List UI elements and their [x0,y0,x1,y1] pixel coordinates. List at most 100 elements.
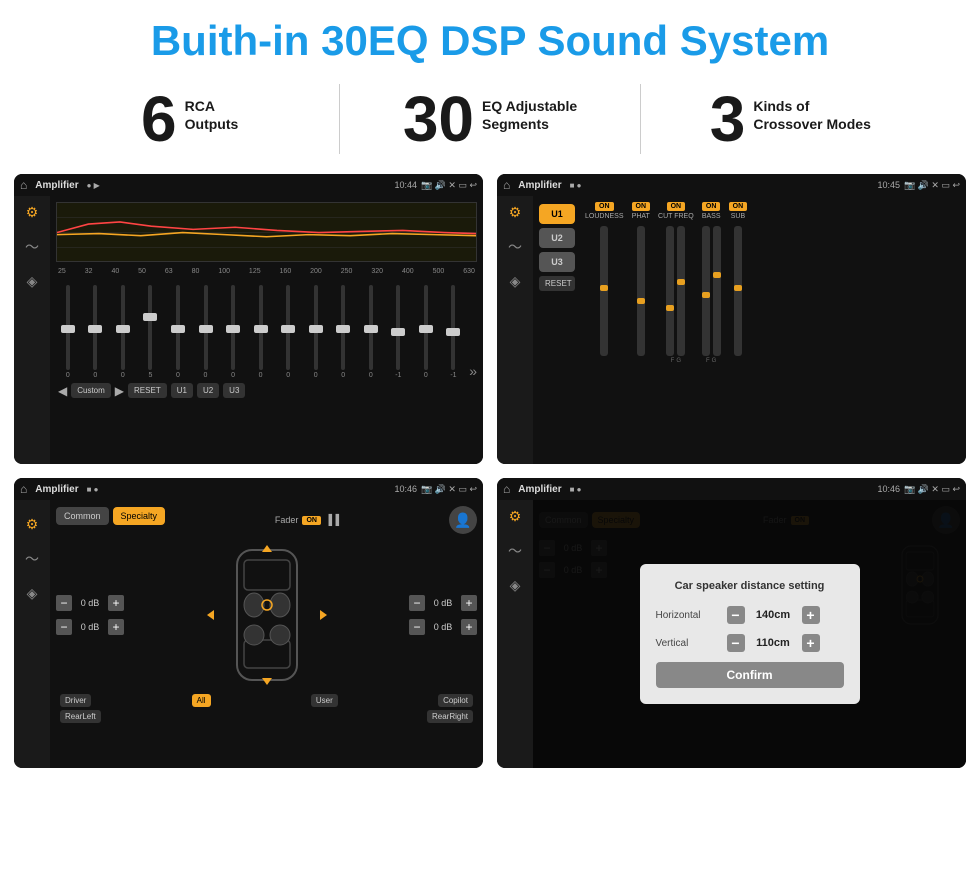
db-plus-2[interactable]: + [108,619,124,635]
amp-main-area: U1 U2 U3 RESET ON LOUDNESS [533,196,966,464]
amp-preset-u3[interactable]: U3 [539,252,575,272]
db-plus-3[interactable]: + [461,595,477,611]
horizontal-minus-btn[interactable]: − [727,606,745,624]
eq-custom-btn[interactable]: Custom [71,383,111,398]
amp-sidebar: ⚙ 〜 ◈ [497,196,533,464]
cutfreq-on-badge[interactable]: ON [667,202,686,211]
tab-common[interactable]: Common [56,507,109,525]
dist-sidebar-icon-eq[interactable]: ⚙ [509,508,522,525]
amp-loudness: ON LOUDNESS [585,202,624,458]
bass-on-badge[interactable]: ON [702,202,721,211]
eq-sidebar-icon-sliders[interactable]: ⚙ [26,204,39,221]
eq-sliders: 0 0 0 5 0 [56,279,477,379]
common-sidebar-icon-wave[interactable]: 〜 [25,549,39,569]
speaker-rear-labels: RearLeft RearRight [56,710,477,723]
status-bar-4: ⌂ Amplifier ■ ● 10:46 📷 🔊 ✕ ▭ ↩ [497,478,966,500]
stat-divider-2 [640,84,641,154]
home-icon-4[interactable]: ⌂ [503,482,510,496]
vertical-minus-btn[interactable]: − [727,634,745,652]
horizontal-plus-btn[interactable]: + [802,606,820,624]
eq-prev-btn[interactable]: ◀ [58,384,67,398]
eq-u3-btn[interactable]: U3 [223,383,245,398]
app-name-2: Amplifier [518,180,561,191]
common-sidebar-icon-eq[interactable]: ⚙ [26,516,39,533]
eq-freq-labels: 25 32 40 50 63 80 100 125 160 200 250 32… [56,268,477,275]
amp-sidebar-icon-eq[interactable]: ⚙ [509,204,522,221]
db-plus-4[interactable]: + [461,619,477,635]
db-minus-2[interactable]: − [56,619,72,635]
home-icon-3[interactable]: ⌂ [20,482,27,496]
slider-8[interactable]: 0 [249,285,273,379]
amp-preset-u1[interactable]: U1 [539,204,575,224]
app-name-3: Amplifier [35,484,78,495]
db-minus-3[interactable]: − [409,595,425,611]
eq-sidebar-icon-speaker[interactable]: ◈ [27,273,38,290]
stat-crossover: 3 Kinds ofCrossover Modes [661,87,920,151]
vertical-plus-btn[interactable]: + [802,634,820,652]
db-minus-1[interactable]: − [56,595,72,611]
amp-sidebar-icon-speaker[interactable]: ◈ [510,273,521,290]
screen-amp: ⌂ Amplifier ■ ● 10:45 📷 🔊 ✕ ▭ ↩ ⚙ 〜 ◈ U1… [497,174,966,464]
slider-13[interactable]: -1 [387,285,411,379]
eq-u2-btn[interactable]: U2 [197,383,219,398]
slider-12[interactable]: 0 [359,285,383,379]
common-sidebar-icon-speaker[interactable]: ◈ [27,585,38,602]
status-time-2: 10:45 [877,180,900,190]
slider-7[interactable]: 0 [221,285,245,379]
distance-dialog: Car speaker distance setting Horizontal … [640,564,860,704]
stat-label-eq: EQ AdjustableSegments [482,87,577,133]
db-left-controls: − 0 dB + − 0 dB + [56,540,124,690]
label-all[interactable]: All [192,694,211,707]
amp-sidebar-icon-wave[interactable]: 〜 [508,237,522,257]
slider-14[interactable]: 0 [414,285,438,379]
speaker-position-labels: Driver All User Copilot [56,694,477,707]
confirm-button[interactable]: Confirm [656,662,844,688]
eq-content: ⚙ 〜 ◈ 2 [14,196,483,464]
common-content-area: ⚙ 〜 ◈ Common Specialty Fader ON ▐▐ [14,500,483,768]
slider-15[interactable]: -1 [442,285,466,379]
eq-next-btn[interactable]: ▶ [115,384,124,398]
status-icons-2: 📷 🔊 ✕ ▭ ↩ [904,180,960,191]
label-user[interactable]: User [311,694,338,707]
sub-on-badge[interactable]: ON [729,202,748,211]
slider-6[interactable]: 0 [194,285,218,379]
db-row-4: − 0 dB + [409,619,477,635]
slider-4[interactable]: 5 [139,285,163,379]
eq-graph [56,202,477,262]
label-rearleft[interactable]: RearLeft [60,710,101,723]
slider-5[interactable]: 0 [166,285,190,379]
loudness-on-badge[interactable]: ON [595,202,614,211]
phat-on-badge[interactable]: ON [632,202,651,211]
eq-u1-btn[interactable]: U1 [171,383,193,398]
label-driver[interactable]: Driver [60,694,91,707]
common-main-area: Common Specialty Fader ON ▐▐ 👤 − [50,500,483,768]
speaker-layout: − 0 dB + − 0 dB + [56,540,477,690]
user-profile-icon[interactable]: 👤 [449,506,477,534]
slider-11[interactable]: 0 [331,285,355,379]
home-icon-1[interactable]: ⌂ [20,178,27,192]
fader-on-badge[interactable]: ON [302,516,321,525]
slider-2[interactable]: 0 [84,285,108,379]
dist-sidebar-icon-speaker[interactable]: ◈ [510,577,521,594]
db-minus-4[interactable]: − [409,619,425,635]
amp-preset-u2[interactable]: U2 [539,228,575,248]
slider-10[interactable]: 0 [304,285,328,379]
fader-label: Fader [275,515,299,525]
status-time-1: 10:44 [394,180,417,190]
eq-reset-btn[interactable]: RESET [128,383,167,398]
slider-1[interactable]: 0 [56,285,80,379]
slider-9[interactable]: 0 [276,285,300,379]
amp-reset-btn[interactable]: RESET [539,276,575,291]
app-name-4: Amplifier [518,484,561,495]
db-plus-1[interactable]: + [108,595,124,611]
status-bar-2: ⌂ Amplifier ■ ● 10:45 📷 🔊 ✕ ▭ ↩ [497,174,966,196]
tab-specialty[interactable]: Specialty [113,507,166,525]
eq-sidebar-icon-wave[interactable]: 〜 [25,237,39,257]
label-rearright[interactable]: RearRight [427,710,473,723]
label-copilot[interactable]: Copilot [438,694,473,707]
db-right-controls: − 0 dB + − 0 dB + [409,540,477,690]
home-icon-2[interactable]: ⌂ [503,178,510,192]
dist-sidebar-icon-wave[interactable]: 〜 [508,541,522,561]
eq-scroll-right[interactable]: » [469,363,477,379]
slider-3[interactable]: 0 [111,285,135,379]
